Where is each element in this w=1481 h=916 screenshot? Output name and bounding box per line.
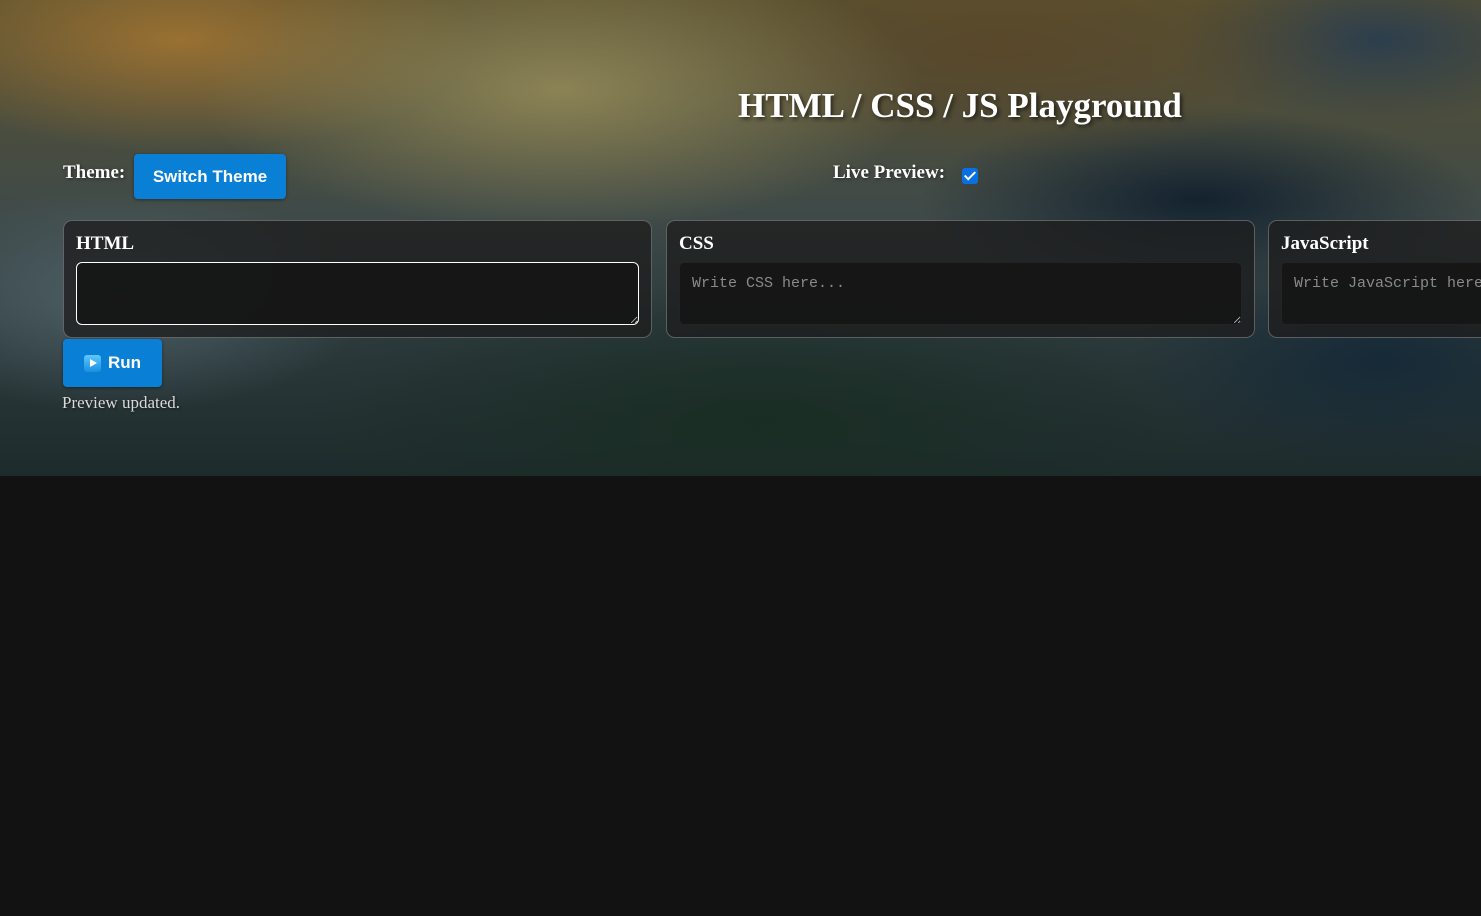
status-message: Preview updated. bbox=[62, 393, 181, 412]
css-editor[interactable] bbox=[679, 262, 1242, 325]
live-preview-checkbox[interactable] bbox=[962, 168, 978, 184]
hero-background: HTML / CSS / JS Playground Theme: Switch… bbox=[0, 0, 1481, 476]
js-panel-title: JavaScript bbox=[1281, 233, 1369, 254]
html-editor-panel: HTML bbox=[63, 220, 652, 338]
run-button-label: Run bbox=[107, 353, 142, 372]
live-preview-label: Live Preview: bbox=[833, 162, 946, 183]
run-button[interactable]: Run bbox=[63, 339, 162, 387]
html-panel-title: HTML bbox=[76, 233, 135, 254]
js-editor[interactable] bbox=[1281, 262, 1481, 325]
js-editor-panel: JavaScript bbox=[1268, 220, 1481, 338]
theme-label: Theme: bbox=[63, 162, 126, 183]
html-editor[interactable] bbox=[76, 262, 639, 325]
page-title: HTML / CSS / JS Playground bbox=[738, 86, 1182, 125]
play-icon bbox=[83, 354, 101, 372]
css-editor-panel: CSS bbox=[666, 220, 1255, 338]
css-panel-title: CSS bbox=[679, 233, 714, 254]
switch-theme-button[interactable]: Switch Theme bbox=[134, 154, 286, 199]
preview-area bbox=[0, 476, 1481, 916]
